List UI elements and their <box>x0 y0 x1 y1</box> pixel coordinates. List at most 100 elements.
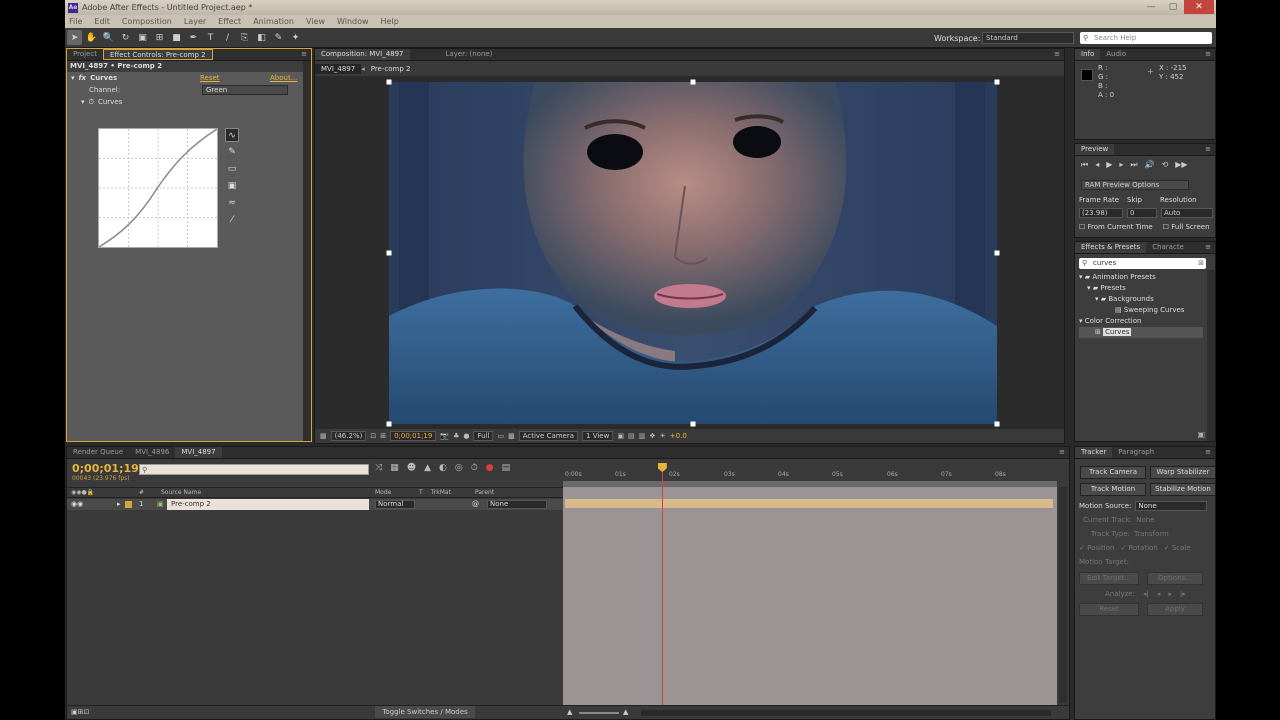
pan-behind-tool-icon[interactable]: ⊞ <box>152 30 167 45</box>
effects-search-input[interactable]: ⚲ curves ⊠ <box>1079 258 1206 269</box>
color-channel-icon[interactable]: ● <box>463 432 469 440</box>
subtab-mvi-4897[interactable]: MVI_4897 <box>315 64 362 74</box>
playhead[interactable] <box>657 463 667 706</box>
ram-preview-dropdown[interactable]: RAM Preview Options <box>1081 180 1189 190</box>
comp-mini-flowchart-icon[interactable]: ⤨ <box>375 463 382 473</box>
frame-blending-icon[interactable]: ▲ <box>424 463 431 473</box>
stabilize-motion-button[interactable]: Stabilize Motion <box>1150 483 1215 496</box>
time-ruler[interactable]: 0:00s 01s 02s 03s 04s 05s 06s 07s 08s <box>563 461 1057 487</box>
clear-search-icon[interactable]: ⊠ <box>1198 258 1204 269</box>
always-preview-icon[interactable]: ▦ <box>320 432 327 440</box>
column-source-name[interactable]: Source Name <box>161 489 201 496</box>
rectangle-tool-icon[interactable]: ■ <box>169 30 184 45</box>
puppet-tool-icon[interactable]: ✦ <box>288 30 303 45</box>
panel-menu-icon[interactable]: ≡ <box>1054 50 1060 58</box>
expand-arrow-icon[interactable]: ▾ <box>81 98 85 106</box>
panel-menu-icon[interactable]: ≡ <box>1059 448 1065 456</box>
track-motion-button[interactable]: Track Motion <box>1080 483 1146 496</box>
motion-blur-icon[interactable]: ◐ <box>439 463 447 473</box>
composition-viewer[interactable] <box>315 76 1064 430</box>
tab-preview[interactable]: Preview <box>1075 144 1115 155</box>
type-tool-icon[interactable]: T <box>203 30 218 45</box>
brush-tool-icon[interactable]: / <box>220 30 235 45</box>
channel-dropdown[interactable]: Green <box>202 85 288 95</box>
parent-dropdown[interactable]: None <box>487 500 547 509</box>
effects-scrollbar[interactable] <box>1207 270 1215 441</box>
column-t[interactable]: T <box>419 489 423 496</box>
workspace-select[interactable]: Standard <box>982 32 1074 44</box>
layer-name[interactable]: Pre-comp 2 <box>167 499 369 510</box>
tab-mvi-4897[interactable]: MVI_4897 <box>175 447 222 458</box>
curve-pencil-tool-icon[interactable]: ✎ <box>225 145 239 159</box>
show-channel-icon[interactable]: ♣ <box>453 432 459 440</box>
full-screen-checkbox[interactable]: ☐ Full Screen <box>1163 223 1210 231</box>
next-frame-icon[interactable]: ▸ <box>1119 160 1123 170</box>
panel-menu-icon[interactable]: ≡ <box>1205 448 1211 456</box>
tab-info[interactable]: Info <box>1075 49 1101 60</box>
minimize-button[interactable]: — <box>1140 0 1162 14</box>
warp-stabilizer-button[interactable]: Warp Stabilizer <box>1150 466 1215 479</box>
transparency-grid-icon[interactable]: ▩ <box>508 432 515 440</box>
from-current-time-checkbox[interactable]: ☐ From Current Time <box>1079 223 1153 231</box>
resolution-dropdown[interactable]: Auto <box>1161 208 1213 218</box>
toggle-panes-icon[interactable]: ▣⊞⊡ <box>71 708 89 716</box>
tab-composition[interactable]: Composition: MVI_4897 <box>315 49 410 60</box>
smooth-curve-icon[interactable]: ≈ <box>225 196 239 210</box>
panel-menu-icon[interactable]: ≡ <box>1205 243 1211 251</box>
audio-icon[interactable]: 🔊 <box>1145 160 1155 170</box>
fast-previews-icon[interactable]: ▤ <box>628 432 635 440</box>
tab-render-queue[interactable]: Render Queue <box>67 447 129 458</box>
graph-editor-icon[interactable]: ▤ <box>502 463 511 473</box>
zoom-tool-icon[interactable]: 🔍 <box>101 30 116 45</box>
graph-editor-record-icon[interactable]: ● <box>486 463 494 473</box>
last-frame-icon[interactable]: ⏭ <box>1130 160 1137 170</box>
selection-tool-icon[interactable]: ➤ <box>67 30 82 45</box>
reset-curve-icon[interactable]: ⁄ <box>225 213 239 227</box>
reset-link[interactable]: Reset <box>200 74 220 82</box>
tab-paragraph[interactable]: Paragraph <box>1112 447 1160 458</box>
frame-rate-dropdown[interactable]: (23.98) <box>1079 208 1123 218</box>
column-mode[interactable]: Mode <box>375 489 391 496</box>
tree-item-backgrounds[interactable]: ▾ ▰ Backgrounds <box>1079 294 1203 305</box>
hide-shy-layers-icon[interactable]: ☻ <box>407 463 416 473</box>
menu-view[interactable]: View <box>306 17 325 26</box>
previous-frame-icon[interactable]: ◂ <box>1095 160 1099 170</box>
tab-effect-controls[interactable]: Effect Controls: Pre-comp 2 <box>102 49 213 60</box>
fx-icon[interactable]: fx <box>79 74 87 82</box>
horizontal-scrollbar[interactable] <box>641 710 1051 716</box>
zoom-slider[interactable] <box>579 712 619 714</box>
comp-flowchart-icon[interactable]: ❖ <box>649 432 655 440</box>
pen-tool-icon[interactable]: ✒ <box>186 30 201 45</box>
zoom-dropdown[interactable]: (46.2%) <box>330 431 367 441</box>
about-link[interactable]: About... <box>270 74 297 82</box>
expand-arrow-icon[interactable]: ▸ <box>117 500 121 508</box>
tab-mvi-4896[interactable]: MVI_4896 <box>129 447 175 458</box>
timeline-timecode[interactable]: 0;00;01;19 <box>72 462 139 475</box>
curves-fx-row[interactable]: ▾ fx Curves Reset About... <box>67 72 303 84</box>
play-icon[interactable]: ▶ <box>1106 160 1112 170</box>
open-curve-icon[interactable]: ▭ <box>225 162 239 176</box>
tree-item-curves[interactable]: ⊞ Curves <box>1079 327 1203 338</box>
menu-file[interactable]: File <box>69 17 82 26</box>
menu-edit[interactable]: Edit <box>94 17 110 26</box>
av-switches-icon[interactable]: ◉◉●🔒 <box>71 489 94 496</box>
menu-help[interactable]: Help <box>381 17 399 26</box>
menu-animation[interactable]: Animation <box>253 17 294 26</box>
tab-tracker[interactable]: Tracker <box>1075 447 1113 458</box>
timeline-icon[interactable]: ▥ <box>639 432 646 440</box>
draft-3d-icon[interactable]: ▦ <box>390 463 399 473</box>
column-parent[interactable]: Parent <box>475 489 494 496</box>
camera-tool-icon[interactable]: ▣ <box>135 30 150 45</box>
tab-character[interactable]: Characte <box>1146 242 1190 253</box>
exposure-reset-icon[interactable]: ☀ <box>660 432 666 440</box>
skip-dropdown[interactable]: 0 <box>1127 208 1157 218</box>
label-color-swatch[interactable] <box>125 501 132 508</box>
safe-margins-icon[interactable]: ⊡ <box>370 432 376 440</box>
panel-menu-icon[interactable]: ≡ <box>1205 50 1211 58</box>
menu-layer[interactable]: Layer <box>184 17 206 26</box>
column-trkmat[interactable]: TrkMat <box>431 489 451 496</box>
snapshot-icon[interactable]: ⊞ <box>380 432 386 440</box>
tree-item-sweeping-curves[interactable]: ▤ Sweeping Curves <box>1079 305 1203 316</box>
pickwhip-icon[interactable]: @ <box>472 500 479 508</box>
effect-controls-scrollbar[interactable] <box>303 61 311 441</box>
